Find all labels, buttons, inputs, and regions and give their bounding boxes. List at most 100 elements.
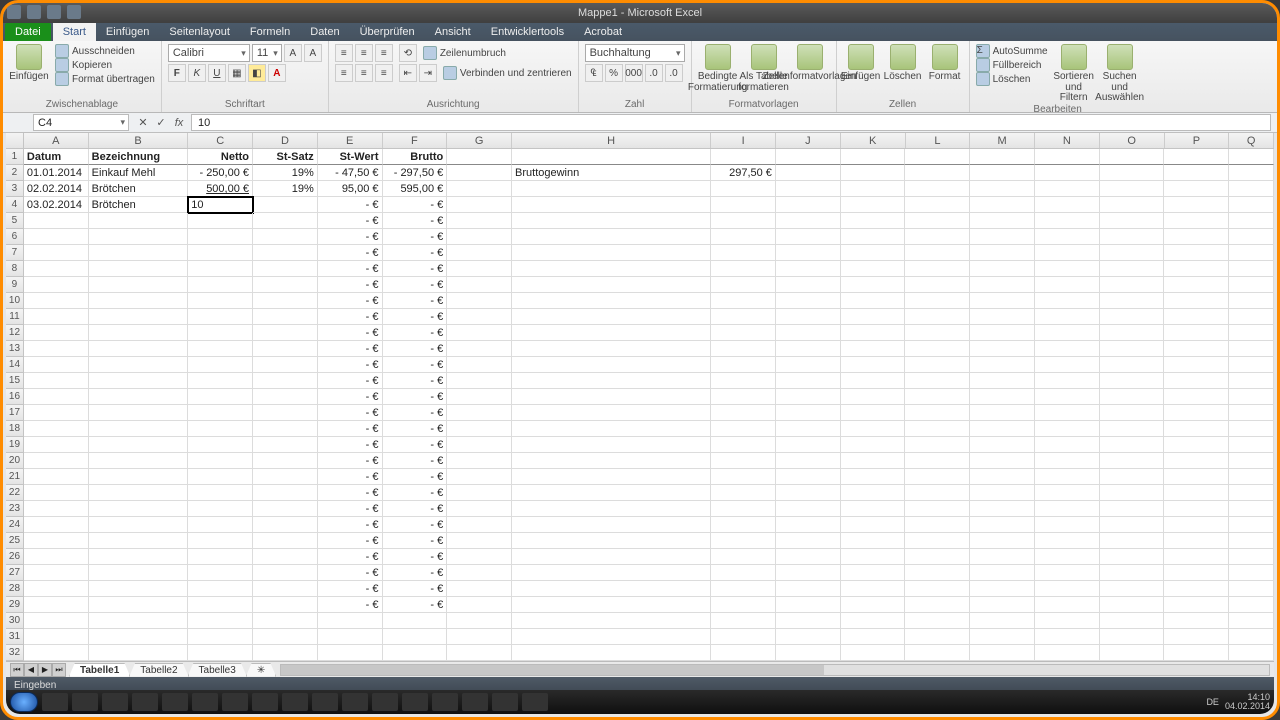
cell-E13[interactable]: - € bbox=[318, 341, 383, 357]
cell-E24[interactable]: - € bbox=[318, 517, 383, 533]
cell-H28[interactable] bbox=[512, 581, 711, 597]
cell-C27[interactable] bbox=[188, 565, 253, 581]
cell-O14[interactable] bbox=[1100, 357, 1165, 373]
bold-button[interactable]: F bbox=[168, 64, 186, 82]
cell-H25[interactable] bbox=[512, 533, 711, 549]
accounting-format-icon[interactable]: ₠ bbox=[585, 64, 603, 82]
cell-P8[interactable] bbox=[1164, 261, 1229, 277]
cell-F29[interactable]: - € bbox=[383, 597, 448, 613]
cell-K24[interactable] bbox=[841, 517, 906, 533]
start-button[interactable] bbox=[10, 692, 38, 712]
cell-C13[interactable] bbox=[188, 341, 253, 357]
cell-K27[interactable] bbox=[841, 565, 906, 581]
tab-formeln[interactable]: Formeln bbox=[240, 23, 300, 41]
row-header[interactable]: 11 bbox=[6, 309, 24, 325]
cell-K32[interactable] bbox=[841, 645, 906, 661]
cell-P16[interactable] bbox=[1164, 389, 1229, 405]
cell-G13[interactable] bbox=[447, 341, 512, 357]
find-select-button[interactable]: Suchen und Auswählen bbox=[1100, 44, 1140, 104]
cell-I9[interactable] bbox=[711, 277, 776, 293]
cell-B3[interactable]: Brötchen bbox=[89, 181, 189, 197]
cell-F10[interactable]: - € bbox=[383, 293, 448, 309]
cell-L28[interactable] bbox=[905, 581, 970, 597]
tab-seitenlayout[interactable]: Seitenlayout bbox=[159, 23, 240, 41]
cell-P4[interactable] bbox=[1164, 197, 1229, 213]
new-sheet-button[interactable]: ✳ bbox=[246, 663, 276, 677]
cell-J9[interactable] bbox=[776, 277, 841, 293]
cell-K12[interactable] bbox=[841, 325, 906, 341]
row-header[interactable]: 30 bbox=[6, 613, 24, 629]
cell-F31[interactable] bbox=[383, 629, 448, 645]
cell-M17[interactable] bbox=[970, 405, 1035, 421]
cell-O31[interactable] bbox=[1100, 629, 1165, 645]
cell-H19[interactable] bbox=[512, 437, 711, 453]
cell-A20[interactable] bbox=[24, 453, 89, 469]
cell-H22[interactable] bbox=[512, 485, 711, 501]
language-indicator[interactable]: DE bbox=[1206, 698, 1219, 707]
clear-button[interactable]: Löschen bbox=[976, 72, 1048, 86]
cell-E32[interactable] bbox=[318, 645, 383, 661]
cell-K7[interactable] bbox=[841, 245, 906, 261]
cell-A19[interactable] bbox=[24, 437, 89, 453]
cell-L18[interactable] bbox=[905, 421, 970, 437]
autosum-button[interactable]: ΣAutoSumme bbox=[976, 44, 1048, 58]
align-center-icon[interactable]: ≡ bbox=[355, 64, 373, 82]
cell-I17[interactable] bbox=[711, 405, 776, 421]
cell-D26[interactable] bbox=[253, 549, 318, 565]
cell-L31[interactable] bbox=[905, 629, 970, 645]
cell-E16[interactable]: - € bbox=[318, 389, 383, 405]
cell-E18[interactable]: - € bbox=[318, 421, 383, 437]
cell-B10[interactable] bbox=[89, 293, 189, 309]
cell-B26[interactable] bbox=[89, 549, 189, 565]
cell-G12[interactable] bbox=[447, 325, 512, 341]
cell-F24[interactable]: - € bbox=[383, 517, 448, 533]
cell-H32[interactable] bbox=[512, 645, 711, 661]
cell-B21[interactable] bbox=[89, 469, 189, 485]
cell-Q3[interactable] bbox=[1229, 181, 1274, 197]
cell-J1[interactable] bbox=[776, 149, 841, 165]
cell-H14[interactable] bbox=[512, 357, 711, 373]
row-header[interactable]: 19 bbox=[6, 437, 24, 453]
cell-L12[interactable] bbox=[905, 325, 970, 341]
cell-A16[interactable] bbox=[24, 389, 89, 405]
cell-H16[interactable] bbox=[512, 389, 711, 405]
cell-B23[interactable] bbox=[89, 501, 189, 517]
cell-N17[interactable] bbox=[1035, 405, 1100, 421]
row-header[interactable]: 25 bbox=[6, 533, 24, 549]
sheet-tab-1[interactable]: Tabelle1 bbox=[69, 663, 130, 677]
cell-B5[interactable] bbox=[89, 213, 189, 229]
cell-C24[interactable] bbox=[188, 517, 253, 533]
tab-daten[interactable]: Daten bbox=[300, 23, 349, 41]
cell-C11[interactable] bbox=[188, 309, 253, 325]
cell-N2[interactable] bbox=[1035, 165, 1100, 181]
cell-I21[interactable] bbox=[711, 469, 776, 485]
cell-H26[interactable] bbox=[512, 549, 711, 565]
cell-G31[interactable] bbox=[447, 629, 512, 645]
taskbar-app[interactable] bbox=[42, 693, 68, 711]
cell-N13[interactable] bbox=[1035, 341, 1100, 357]
cell-O2[interactable] bbox=[1100, 165, 1165, 181]
cell-E31[interactable] bbox=[318, 629, 383, 645]
row-header[interactable]: 14 bbox=[6, 357, 24, 373]
file-tab[interactable]: Datei bbox=[5, 23, 51, 41]
cut-button[interactable]: Ausschneiden bbox=[55, 44, 155, 58]
cell-B12[interactable] bbox=[89, 325, 189, 341]
formula-bar[interactable]: 10 bbox=[191, 114, 1271, 131]
cell-G21[interactable] bbox=[447, 469, 512, 485]
cell-D31[interactable] bbox=[253, 629, 318, 645]
cell-M12[interactable] bbox=[970, 325, 1035, 341]
spreadsheet-grid[interactable]: ABCDEFGHIJKLMNOPQ 1DatumBezeichnungNetto… bbox=[6, 133, 1274, 661]
cell-A21[interactable] bbox=[24, 469, 89, 485]
cell-H4[interactable] bbox=[512, 197, 711, 213]
cell-F1[interactable]: Brutto bbox=[383, 149, 448, 165]
cell-C17[interactable] bbox=[188, 405, 253, 421]
cell-O7[interactable] bbox=[1100, 245, 1165, 261]
cell-O21[interactable] bbox=[1100, 469, 1165, 485]
cell-M29[interactable] bbox=[970, 597, 1035, 613]
cell-P6[interactable] bbox=[1164, 229, 1229, 245]
cell-J5[interactable] bbox=[776, 213, 841, 229]
cell-P22[interactable] bbox=[1164, 485, 1229, 501]
cell-J14[interactable] bbox=[776, 357, 841, 373]
cell-E20[interactable]: - € bbox=[318, 453, 383, 469]
cell-E10[interactable]: - € bbox=[318, 293, 383, 309]
